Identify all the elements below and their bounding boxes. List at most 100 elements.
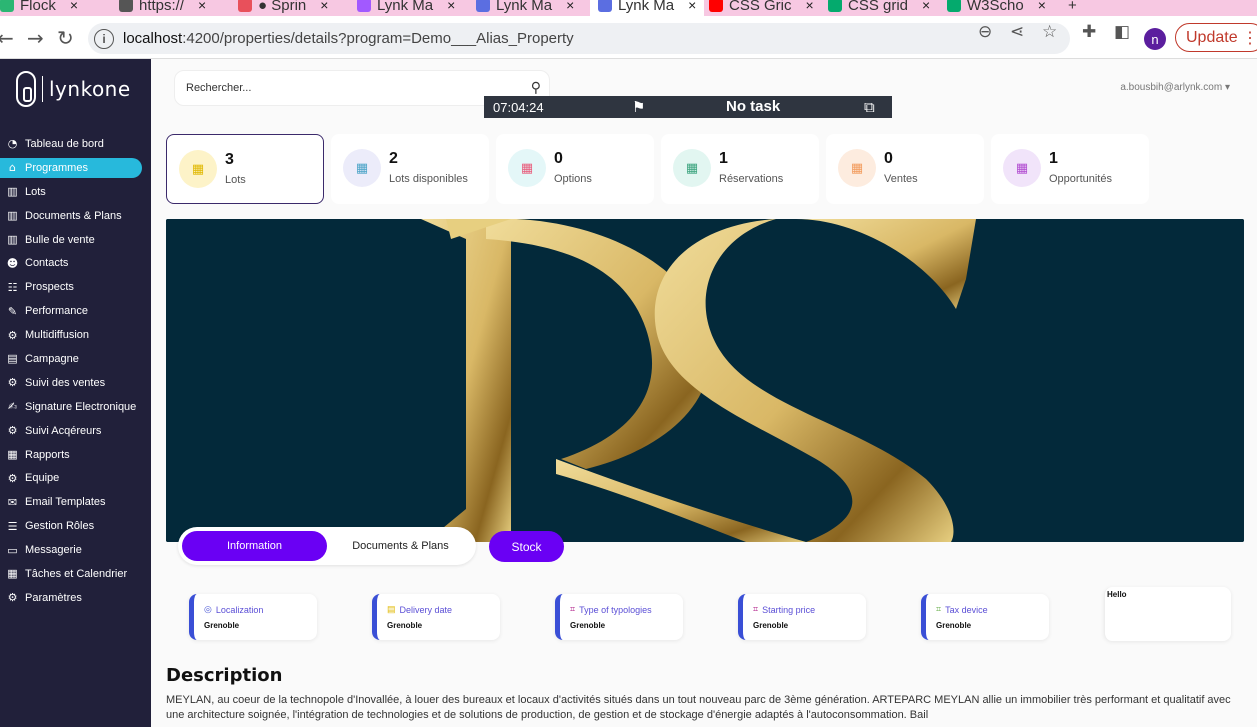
sidepanel-icon[interactable]: ◧ xyxy=(1114,22,1130,42)
sales-icon: ⚙ xyxy=(7,376,18,390)
roles-icon: ☰ xyxy=(7,519,18,533)
sidebar-item[interactable]: ✍ Signature Electronique xyxy=(0,395,151,419)
tab-favicon-icon xyxy=(709,0,723,12)
stat-card[interactable]: ▦ 0 Options xyxy=(496,134,654,204)
browser-tab[interactable]: Lynk Ma × xyxy=(476,0,574,16)
sidebar-item[interactable]: ⚙ Equipe xyxy=(0,466,151,490)
browser-tab[interactable]: CSS grid × xyxy=(828,0,930,16)
sidebar-item-label: Messagerie xyxy=(25,544,82,557)
close-tab-icon[interactable]: × xyxy=(70,0,78,13)
close-tab-icon[interactable]: × xyxy=(1038,0,1046,13)
bookmark-star-icon[interactable]: ☆ xyxy=(1042,22,1057,42)
home-icon: ⌂ xyxy=(9,161,16,175)
browser-tab[interactable]: CSS Gric × xyxy=(709,0,814,16)
close-tab-icon[interactable]: × xyxy=(447,0,455,13)
sidebar-item[interactable]: ▦ Rapports xyxy=(0,443,151,467)
sidebar-item[interactable]: ⚙ Suivi des ventes xyxy=(0,371,151,395)
close-tab-icon[interactable]: × xyxy=(198,0,206,13)
sidebar-item[interactable]: ☷ Prospects xyxy=(0,275,151,299)
stat-card[interactable]: ▦ 1 Réservations xyxy=(661,134,819,204)
tab-title: CSS grid xyxy=(848,0,909,14)
browser-tab[interactable]: Lynk Ma × xyxy=(590,0,705,16)
sidebar-item[interactable]: ⌂ Programmes xyxy=(0,156,151,180)
sidebar-item[interactable]: ▦ Tâches et Calendrier xyxy=(0,562,151,586)
url-text[interactable]: localhost:4200/properties/details?progra… xyxy=(123,30,574,47)
sidebar-item-label: Campagne xyxy=(25,352,79,365)
sidebar-item[interactable]: ▭ Messagerie xyxy=(0,538,151,562)
close-tab-icon[interactable]: × xyxy=(320,0,328,13)
sidebar-item[interactable]: ▥ Documents & Plans xyxy=(0,204,151,228)
info-card-title: Starting price xyxy=(762,604,816,615)
sidebar-item[interactable]: ▥ Lots xyxy=(0,180,151,204)
profile-avatar[interactable]: n xyxy=(1144,28,1166,50)
stock-button[interactable]: Stock xyxy=(489,531,564,562)
browser-toolbar: ← → ↻ i localhost:4200/properties/detail… xyxy=(0,16,1257,59)
sidebar-item[interactable]: ⚙ Suivi Acqéreurs xyxy=(0,419,151,443)
sidebar-item-label: Contacts xyxy=(25,257,69,270)
sidebar-item[interactable]: ☰ Gestion Rôles xyxy=(0,514,151,538)
tab-favicon-icon xyxy=(0,0,14,12)
tab-information[interactable]: Information xyxy=(182,531,327,561)
tab-title: Flock xyxy=(20,0,56,14)
sidebar-item[interactable]: ✎ Performance xyxy=(0,299,151,323)
sidebar-item-label: Gestion Rôles xyxy=(25,520,95,533)
user-menu[interactable]: a.bousbih@arlynk.com ▾ xyxy=(1120,82,1230,93)
stat-card[interactable]: ▦ 0 Ventes xyxy=(826,134,984,204)
browser-tab[interactable]: ● Sprin × xyxy=(238,0,328,16)
prospects-icon: ☷ xyxy=(7,280,18,294)
tab-title: https:// xyxy=(139,0,185,14)
forward-icon[interactable]: → xyxy=(27,26,44,50)
address-bar[interactable]: i localhost:4200/properties/details?prog… xyxy=(88,23,1070,54)
sidebar-item[interactable]: ◔ Tableau de bord xyxy=(0,132,151,156)
browser-tab[interactable]: W3Scho × xyxy=(947,0,1046,16)
gear-icon: ⚙ xyxy=(7,591,18,605)
reload-icon[interactable]: ↻ xyxy=(57,26,74,50)
checkered-flag-icon[interactable]: ⚑ xyxy=(632,98,645,116)
sidebar-item[interactable]: ✉ Email Templates xyxy=(0,490,151,514)
stat-card[interactable]: ▦ 1 Opportunités xyxy=(991,134,1149,204)
tab-documents-plans[interactable]: Documents & Plans xyxy=(338,531,463,561)
browser-tab-bar: Flock × https://× ● Sprin × Lynk Ma × Lynk Ma × L… xyxy=(0,0,1257,16)
close-tab-icon[interactable]: × xyxy=(688,0,696,13)
sidebar-item[interactable]: ▤ Campagne xyxy=(0,347,151,371)
browser-tab[interactable]: Flock × xyxy=(0,0,78,16)
sidebar-item-label: Lots xyxy=(25,185,46,198)
sidebar-item-label: Performance xyxy=(25,305,88,318)
sidebar-item-label: Tâches et Calendrier xyxy=(25,567,128,580)
close-tab-icon[interactable]: × xyxy=(806,0,814,13)
info-card-value: Grenoble xyxy=(570,621,606,630)
lynkone-logo[interactable]: lynkone xyxy=(16,71,131,107)
building-icon: ▦ xyxy=(508,149,546,187)
new-tab-icon[interactable]: + xyxy=(1068,0,1077,16)
stat-value: 1 xyxy=(719,150,728,167)
sidebar-item[interactable]: ⚙ Paramètres xyxy=(0,586,151,610)
extensions-icon[interactable]: ✚ xyxy=(1082,22,1096,42)
sidebar-item[interactable]: ☻ Contacts xyxy=(0,251,151,275)
info-card: ▤ Delivery date Grenoble xyxy=(372,594,500,640)
stat-card[interactable]: ▦ 3 Lots xyxy=(166,134,324,204)
site-info-icon[interactable]: i xyxy=(94,28,114,49)
info-card: ⌗ Type of typologies Grenoble xyxy=(555,594,683,640)
share-icon[interactable]: ⋖ xyxy=(1010,22,1024,42)
timer-time: 07:04:24 xyxy=(493,99,544,115)
crop-icon: ⌗ xyxy=(570,604,576,614)
close-tab-icon[interactable]: × xyxy=(566,0,574,13)
search-icon[interactable]: ⚲ xyxy=(531,80,541,96)
buyers-icon: ⚙ xyxy=(7,424,18,438)
info-card-value: Grenoble xyxy=(204,621,240,630)
sidebar-item[interactable]: ▥ Bulle de vente xyxy=(0,228,151,252)
browser-tab[interactable]: Lynk Ma × xyxy=(357,0,455,16)
browser-tab[interactable]: https:// × xyxy=(119,0,206,16)
sidebar-item[interactable]: ⚙ Multidiffusion xyxy=(0,323,151,347)
zoom-icon[interactable]: ⊖ xyxy=(978,22,992,42)
building-icon: ▦ xyxy=(1003,149,1041,187)
back-icon[interactable]: ← xyxy=(0,26,14,50)
location-icon: ◎ xyxy=(204,604,212,614)
update-button[interactable]: Update ⋮ xyxy=(1175,23,1257,52)
sidebar-item-label: Equipe xyxy=(25,472,60,485)
stat-label: Ventes xyxy=(884,173,918,185)
stat-card[interactable]: ▦ 2 Lots disponibles xyxy=(331,134,489,204)
close-tab-icon[interactable]: × xyxy=(922,0,930,13)
calendar-icon: ▤ xyxy=(387,604,396,614)
external-link-icon[interactable]: ⧉ xyxy=(864,98,875,116)
